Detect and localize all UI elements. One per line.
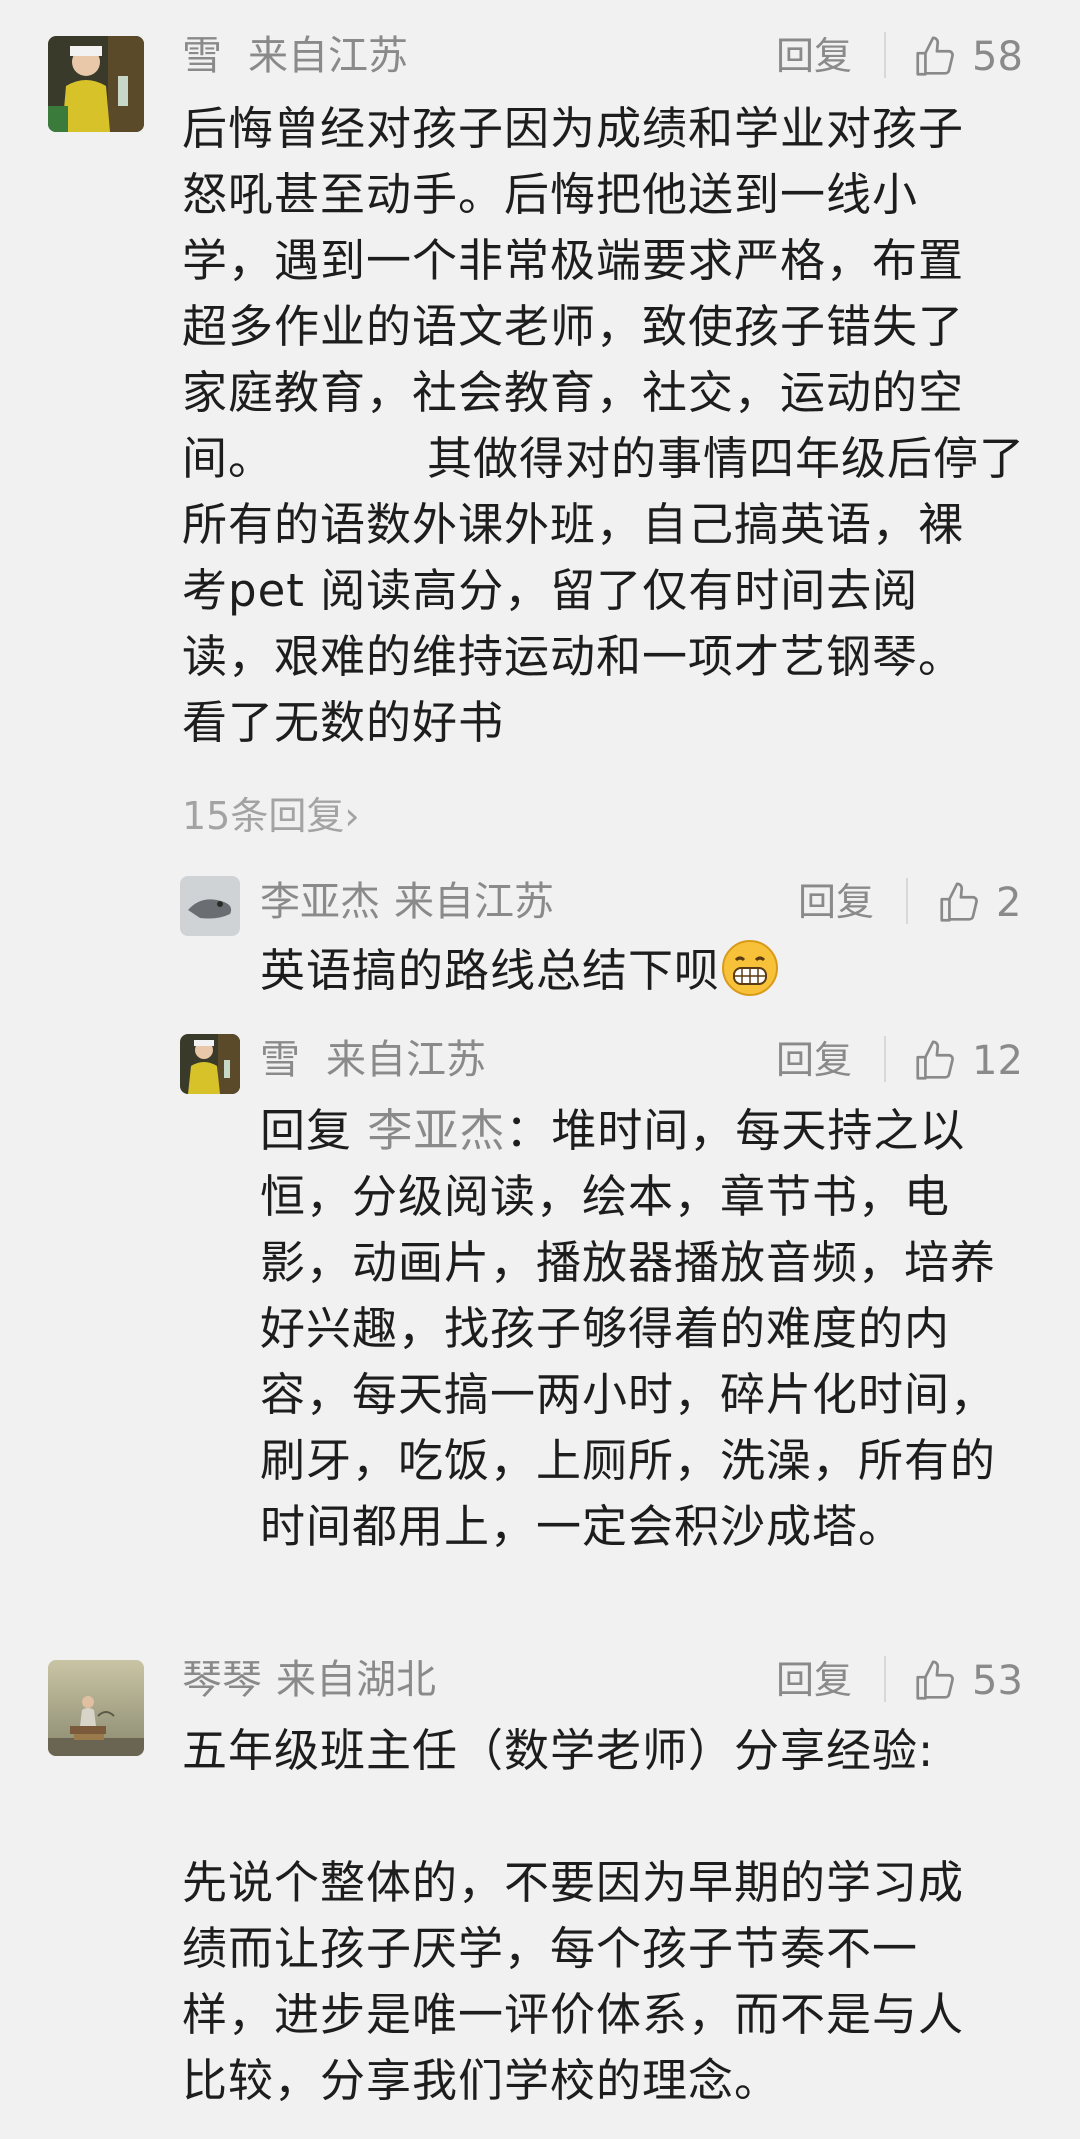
text-line: 所有的语数外课外班，自己搞英语，裸 [182, 498, 965, 551]
location-label: 来自湖北 [276, 1657, 436, 1703]
more-replies-label: 15条回复 [182, 794, 345, 838]
text-line: 恒，分级阅读，绘本，章节书，电 [260, 1170, 951, 1223]
reply-author: 李亚杰 来自江苏 [260, 882, 554, 922]
text-line: 先说个整体的，不要因为早期的学习成 [182, 1856, 965, 1909]
text-line: 五年级班主任（数学老师）分享经验: [182, 1724, 935, 1777]
avatar[interactable] [180, 876, 240, 936]
text-line: 读，艰难的维持运动和一项才艺钢琴。 [182, 630, 965, 683]
reply-button[interactable]: 回复 [776, 1660, 852, 1700]
text-line: 容，每天搞一两小时，碎片化时间， [260, 1368, 997, 1421]
text-line: 时间都用上，一定会积沙成塔。 [260, 1500, 905, 1553]
divider [884, 32, 886, 78]
text-line: 比较，分享我们学校的理念。 [182, 2054, 781, 2107]
text-line: 绩而让孩子厌学，每个孩子节奏不一 [182, 1922, 919, 1975]
like-button[interactable]: 2 [936, 880, 1021, 926]
avatar[interactable] [180, 1034, 240, 1094]
like-button[interactable]: 58 [912, 34, 1023, 80]
thumbs-up-icon [916, 36, 954, 76]
like-count: 53 [972, 1658, 1023, 1704]
username[interactable]: 李亚杰 [260, 879, 380, 925]
username[interactable]: 雪 [182, 33, 222, 79]
location-label: 来自江苏 [248, 33, 408, 79]
comment-text: 五年级班主任（数学老师）分享经验: 先说个整体的，不要因为早期的学习成 绩而让孩… [182, 1718, 964, 2114]
location-label: 来自江苏 [394, 879, 554, 925]
text-line: 间。 其做得对的事情四年级后停了 [182, 432, 1026, 485]
divider [884, 1036, 886, 1082]
like-button[interactable]: 12 [912, 1038, 1023, 1084]
text-line: 看了无数的好书 [182, 696, 505, 749]
like-count: 58 [972, 34, 1023, 80]
username[interactable]: 雪 [260, 1037, 300, 1083]
text-line: 怒吼甚至动手。后悔把他送到一线小 [182, 168, 919, 221]
text-line: 后悔曾经对孩子因为成绩和学业对孩子 [182, 102, 965, 155]
divider [884, 1656, 886, 1702]
text-line: 好兴趣，找孩子够得着的难度的内 [260, 1302, 951, 1355]
reply-button[interactable]: 回复 [798, 882, 874, 922]
text-line: 超多作业的语文老师，致使孩子错失了 [182, 300, 965, 353]
like-count: 12 [972, 1038, 1023, 1084]
reply-button[interactable]: 回复 [776, 36, 852, 76]
reply-author: 雪来自江苏 [260, 1040, 486, 1080]
reply-text: 回复 李亚杰：堆时间，每天持之以 恒，分级阅读，绘本，章节书，电 影，动画片，播… [260, 1098, 996, 1560]
text-line [182, 1784, 964, 1850]
avatar[interactable] [48, 1660, 144, 1756]
like-count: 2 [996, 880, 1022, 926]
text-line: 回复 李亚杰：堆时间，每天持之以 [260, 1098, 996, 1164]
location-label: 来自江苏 [326, 1037, 486, 1083]
thumbs-up-icon [916, 1040, 954, 1080]
reply-body: 英语搞的路线总结下呗 [260, 944, 721, 997]
text-line: 家庭教育，社会教育，社交，运动的空 [182, 366, 965, 419]
text-line: 刷牙，吃饭，上厕所，洗澡，所有的 [260, 1434, 997, 1487]
comment-text: 后悔曾经对孩子因为成绩和学业对孩子 怒吼甚至动手。后悔把他送到一线小 学，遇到一… [182, 96, 1025, 756]
reply-text: 英语搞的路线总结下呗 [260, 938, 780, 1004]
comment-author: 雪来自江苏 [182, 36, 408, 76]
like-button[interactable]: 53 [912, 1658, 1023, 1704]
divider [906, 878, 908, 924]
reply-body: ：堆时间，每天持之以 [505, 1104, 966, 1157]
avatar[interactable] [48, 36, 144, 132]
text-line: 影，动画片，播放器播放音频，培养 [260, 1236, 997, 1289]
reply-prefix: 回复 [260, 1104, 368, 1157]
text-line: 样，进步是唯一评价体系，而不是与人 [182, 1988, 965, 2041]
username[interactable]: 琴琴 [182, 1657, 262, 1703]
text-line: 考pet 阅读高分，留了仅有时间去阅 [182, 564, 919, 617]
reply-button[interactable]: 回复 [776, 1040, 852, 1080]
chevron-right-icon: › [344, 794, 360, 838]
mention-link[interactable]: 李亚杰 [367, 1104, 505, 1157]
text-line: 英语搞的路线总结下呗 [260, 938, 780, 1004]
grin-emoji-icon [722, 940, 779, 996]
text-line: 学，遇到一个非常极端要求严格，布置 [182, 234, 965, 287]
thumbs-up-icon [940, 882, 978, 922]
thumbs-up-icon [916, 1660, 954, 1700]
comment-author: 琴琴 来自湖北 [182, 1660, 436, 1700]
more-replies-link[interactable]: 15条回复› [182, 796, 360, 836]
